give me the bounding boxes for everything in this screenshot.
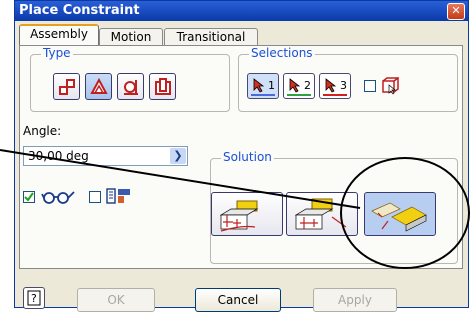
directed-angle-button[interactable] xyxy=(211,192,283,236)
tangent-constraint-button[interactable] xyxy=(117,73,144,100)
arrow-cursor-icon xyxy=(253,78,265,93)
arrow-cursor-icon xyxy=(325,78,337,93)
cancel-button[interactable]: Cancel xyxy=(195,288,281,312)
pick-part-first-icon xyxy=(382,77,399,95)
checkmark-icon xyxy=(24,192,34,202)
window-title: Place Constraint xyxy=(19,3,140,18)
insert-constraint-button[interactable] xyxy=(149,73,176,100)
help-button[interactable]: ? xyxy=(23,287,45,309)
selection-1-number: 1 xyxy=(268,79,275,92)
ok-button[interactable]: OK xyxy=(77,288,155,312)
title-bar[interactable]: Place Constraint ✕ xyxy=(15,1,468,21)
apply-button[interactable]: Apply xyxy=(313,288,397,312)
directed-angle-icon xyxy=(219,200,259,232)
show-preview-checkbox[interactable] xyxy=(23,191,35,203)
undirected-angle-button[interactable] xyxy=(286,192,358,236)
selection-3-color-bar xyxy=(323,94,347,96)
selection-3-button[interactable]: 3 xyxy=(319,73,351,99)
selection-2-number: 2 xyxy=(304,79,311,92)
selection-2-button[interactable]: 2 xyxy=(283,73,315,99)
offset-predict-icon xyxy=(106,188,130,204)
selection-3-number: 3 xyxy=(340,79,347,92)
solution-group-label: Solution xyxy=(221,150,274,164)
chevron-right-icon[interactable]: ❯ xyxy=(170,148,186,164)
type-group: Type xyxy=(30,46,230,112)
explicit-reference-vector-button[interactable] xyxy=(364,192,436,236)
explicit-reference-vector-icon xyxy=(371,202,427,232)
selections-group-label: Selections xyxy=(249,46,315,60)
help-icon: ? xyxy=(27,290,41,306)
tangent-constraint-icon xyxy=(124,80,138,95)
arrow-cursor-icon xyxy=(289,78,301,93)
undirected-angle-icon xyxy=(294,198,347,230)
selections-group: Selections 1 2 3 xyxy=(238,46,458,112)
selection-1-button[interactable]: 1 xyxy=(247,73,279,99)
predict-offset-checkbox[interactable] xyxy=(89,191,101,203)
angle-constraint-icon xyxy=(90,77,108,94)
angle-input[interactable]: 30,00 deg ❯ xyxy=(23,146,188,166)
pick-part-first-checkbox[interactable] xyxy=(364,80,376,92)
insert-constraint-icon xyxy=(155,78,171,95)
glasses-icon xyxy=(41,191,75,204)
mate-constraint-icon xyxy=(59,79,75,95)
svg-text:?: ? xyxy=(31,292,37,305)
angle-constraint-button[interactable] xyxy=(85,73,112,100)
selection-2-color-bar xyxy=(287,94,311,96)
selection-1-color-bar xyxy=(251,94,275,96)
close-icon[interactable]: ✕ xyxy=(447,3,465,20)
mate-constraint-button[interactable] xyxy=(53,73,80,100)
place-constraint-dialog: Place Constraint ✕ Assembly Motion Trans… xyxy=(14,0,469,312)
angle-label: Angle: xyxy=(23,124,62,138)
type-group-label: Type xyxy=(41,46,73,60)
angle-value: 30,00 deg xyxy=(28,149,89,163)
